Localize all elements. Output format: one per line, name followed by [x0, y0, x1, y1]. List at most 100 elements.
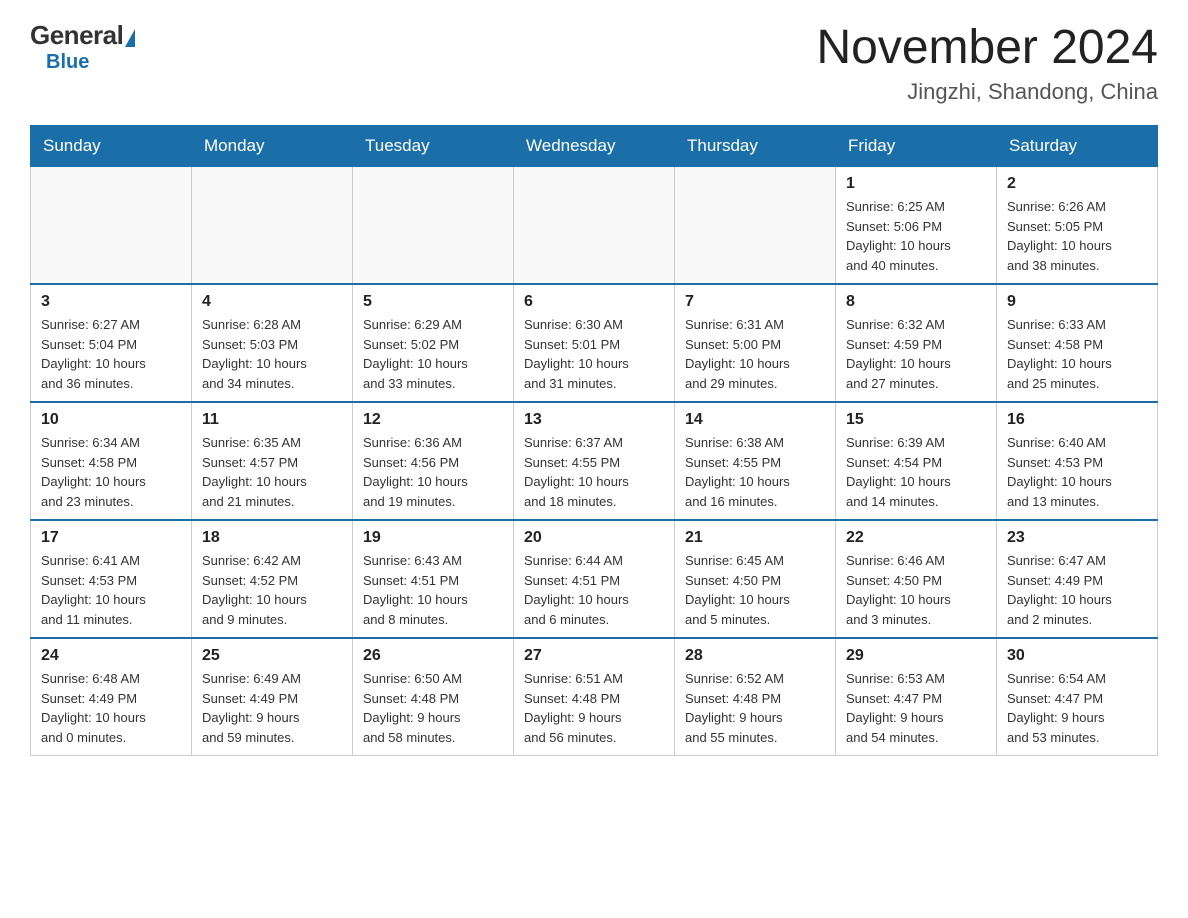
day-number: 5 [363, 293, 503, 311]
calendar-cell: 16Sunrise: 6:40 AM Sunset: 4:53 PM Dayli… [997, 402, 1158, 520]
day-number: 20 [524, 529, 664, 547]
calendar-cell [31, 167, 192, 285]
calendar-cell: 9 Sunrise: 6:33 AM Sunset: 4:58 PM Daylig… [997, 284, 1158, 402]
calendar-cell: 22Sunrise: 6:46 AM Sunset: 4:50 PM Dayli… [836, 520, 997, 638]
day-number: 13 [524, 411, 664, 429]
calendar-cell: 19 Sunrise: 6:43 AM Sunset: 4:51 PM Dayli… [353, 520, 514, 638]
calendar-cell: 2 Sunrise: 6:26 AM Sunset: 5:05 PM Daylig… [997, 167, 1158, 285]
header-friday: Friday [836, 126, 997, 167]
calendar-week-row-1: 3 Sunrise: 6:27 AM Sunset: 5:04 PM Daylig… [31, 284, 1158, 402]
calendar-header-row: Sunday Monday Tuesday Wednesday Thursday… [31, 126, 1158, 167]
header-monday: Monday [192, 126, 353, 167]
day-number: 4 [202, 293, 342, 311]
day-info: Sunrise: 6:29 AM Sunset: 5:02 PM Dayligh… [363, 315, 503, 393]
day-number: 6 [524, 293, 664, 311]
month-title: November 2024 [816, 20, 1158, 75]
day-info: Sunrise: 6:35 AM Sunset: 4:57 PM Dayligh… [202, 433, 342, 511]
logo: General Blue [30, 20, 135, 74]
header-thursday: Thursday [675, 126, 836, 167]
day-number: 18 [202, 529, 342, 547]
calendar-cell: 18 Sunrise: 6:42 AM Sunset: 4:52 PM Dayli… [192, 520, 353, 638]
page-header: General Blue November 2024 Jingzhi, Shan… [30, 20, 1158, 105]
day-number: 9 [1007, 293, 1147, 311]
calendar-cell: 11 Sunrise: 6:35 AM Sunset: 4:57 PM Dayli… [192, 402, 353, 520]
day-number: 30 [1007, 647, 1147, 665]
day-number: 8 [846, 293, 986, 311]
calendar-cell: 5 Sunrise: 6:29 AM Sunset: 5:02 PM Daylig… [353, 284, 514, 402]
day-info: Sunrise: 6:33 AM Sunset: 4:58 PM Dayligh… [1007, 315, 1147, 393]
calendar-cell: 27 Sunrise: 6:51 AM Sunset: 4:48 PM Dayli… [514, 638, 675, 756]
day-info: Sunrise: 6:27 AM Sunset: 5:04 PM Dayligh… [41, 315, 181, 393]
day-number: 21 [685, 529, 825, 547]
header-saturday: Saturday [997, 126, 1158, 167]
calendar-cell: 17Sunrise: 6:41 AM Sunset: 4:53 PM Dayli… [31, 520, 192, 638]
day-info: Sunrise: 6:47 AM Sunset: 4:49 PM Dayligh… [1007, 551, 1147, 629]
day-info: Sunrise: 6:32 AM Sunset: 4:59 PM Dayligh… [846, 315, 986, 393]
calendar-cell [353, 167, 514, 285]
header-sunday: Sunday [31, 126, 192, 167]
day-info: Sunrise: 6:40 AM Sunset: 4:53 PM Dayligh… [1007, 433, 1147, 511]
day-number: 3 [41, 293, 181, 311]
day-info: Sunrise: 6:53 AM Sunset: 4:47 PM Dayligh… [846, 669, 986, 747]
day-info: Sunrise: 6:43 AM Sunset: 4:51 PM Dayligh… [363, 551, 503, 629]
day-info: Sunrise: 6:37 AM Sunset: 4:55 PM Dayligh… [524, 433, 664, 511]
day-info: Sunrise: 6:39 AM Sunset: 4:54 PM Dayligh… [846, 433, 986, 511]
calendar-cell: 24 Sunrise: 6:48 AM Sunset: 4:49 PM Dayli… [31, 638, 192, 756]
day-number: 23 [1007, 529, 1147, 547]
calendar-week-row-0: 1 Sunrise: 6:25 AM Sunset: 5:06 PM Daylig… [31, 167, 1158, 285]
day-info: Sunrise: 6:52 AM Sunset: 4:48 PM Dayligh… [685, 669, 825, 747]
calendar-cell [192, 167, 353, 285]
calendar-cell: 8 Sunrise: 6:32 AM Sunset: 4:59 PM Daylig… [836, 284, 997, 402]
calendar-week-row-4: 24 Sunrise: 6:48 AM Sunset: 4:49 PM Dayli… [31, 638, 1158, 756]
day-info: Sunrise: 6:38 AM Sunset: 4:55 PM Dayligh… [685, 433, 825, 511]
calendar-cell: 25Sunrise: 6:49 AM Sunset: 4:49 PM Dayli… [192, 638, 353, 756]
logo-triangle-icon [125, 29, 135, 47]
calendar-cell: 14 Sunrise: 6:38 AM Sunset: 4:55 PM Dayli… [675, 402, 836, 520]
day-number: 1 [846, 175, 986, 193]
day-number: 27 [524, 647, 664, 665]
day-info: Sunrise: 6:44 AM Sunset: 4:51 PM Dayligh… [524, 551, 664, 629]
calendar-cell: 13 Sunrise: 6:37 AM Sunset: 4:55 PM Dayli… [514, 402, 675, 520]
calendar-cell: 20 Sunrise: 6:44 AM Sunset: 4:51 PM Dayli… [514, 520, 675, 638]
calendar-cell: 29 Sunrise: 6:53 AM Sunset: 4:47 PM Dayli… [836, 638, 997, 756]
day-info: Sunrise: 6:28 AM Sunset: 5:03 PM Dayligh… [202, 315, 342, 393]
calendar-cell: 7Sunrise: 6:31 AM Sunset: 5:00 PM Daylig… [675, 284, 836, 402]
day-number: 11 [202, 411, 342, 429]
calendar-cell [675, 167, 836, 285]
day-info: Sunrise: 6:36 AM Sunset: 4:56 PM Dayligh… [363, 433, 503, 511]
day-info: Sunrise: 6:26 AM Sunset: 5:05 PM Dayligh… [1007, 197, 1147, 275]
calendar-cell: 6 Sunrise: 6:30 AM Sunset: 5:01 PM Daylig… [514, 284, 675, 402]
day-number: 15 [846, 411, 986, 429]
day-info: Sunrise: 6:30 AM Sunset: 5:01 PM Dayligh… [524, 315, 664, 393]
calendar-cell: 28 Sunrise: 6:52 AM Sunset: 4:48 PM Dayli… [675, 638, 836, 756]
day-number: 24 [41, 647, 181, 665]
calendar-cell: 26Sunrise: 6:50 AM Sunset: 4:48 PM Dayli… [353, 638, 514, 756]
header-wednesday: Wednesday [514, 126, 675, 167]
calendar-cell: 15 Sunrise: 6:39 AM Sunset: 4:54 PM Dayli… [836, 402, 997, 520]
day-number: 22 [846, 529, 986, 547]
day-number: 29 [846, 647, 986, 665]
day-number: 14 [685, 411, 825, 429]
day-number: 2 [1007, 175, 1147, 193]
day-info: Sunrise: 6:49 AM Sunset: 4:49 PM Dayligh… [202, 669, 342, 747]
day-info: Sunrise: 6:51 AM Sunset: 4:48 PM Dayligh… [524, 669, 664, 747]
day-info: Sunrise: 6:25 AM Sunset: 5:06 PM Dayligh… [846, 197, 986, 275]
calendar-week-row-3: 17Sunrise: 6:41 AM Sunset: 4:53 PM Dayli… [31, 520, 1158, 638]
day-info: Sunrise: 6:48 AM Sunset: 4:49 PM Dayligh… [41, 669, 181, 747]
calendar-cell: 30 Sunrise: 6:54 AM Sunset: 4:47 PM Dayli… [997, 638, 1158, 756]
day-info: Sunrise: 6:54 AM Sunset: 4:47 PM Dayligh… [1007, 669, 1147, 747]
day-number: 19 [363, 529, 503, 547]
location-subtitle: Jingzhi, Shandong, China [816, 79, 1158, 105]
calendar-cell: 12Sunrise: 6:36 AM Sunset: 4:56 PM Dayli… [353, 402, 514, 520]
day-number: 10 [41, 411, 181, 429]
day-info: Sunrise: 6:42 AM Sunset: 4:52 PM Dayligh… [202, 551, 342, 629]
calendar-cell: 10Sunrise: 6:34 AM Sunset: 4:58 PM Dayli… [31, 402, 192, 520]
day-number: 28 [685, 647, 825, 665]
day-info: Sunrise: 6:41 AM Sunset: 4:53 PM Dayligh… [41, 551, 181, 629]
logo-blue-text: Blue [46, 51, 89, 74]
calendar-week-row-2: 10Sunrise: 6:34 AM Sunset: 4:58 PM Dayli… [31, 402, 1158, 520]
calendar-cell [514, 167, 675, 285]
calendar-cell: 4 Sunrise: 6:28 AM Sunset: 5:03 PM Daylig… [192, 284, 353, 402]
calendar-table: Sunday Monday Tuesday Wednesday Thursday… [30, 125, 1158, 756]
calendar-cell: 1 Sunrise: 6:25 AM Sunset: 5:06 PM Daylig… [836, 167, 997, 285]
